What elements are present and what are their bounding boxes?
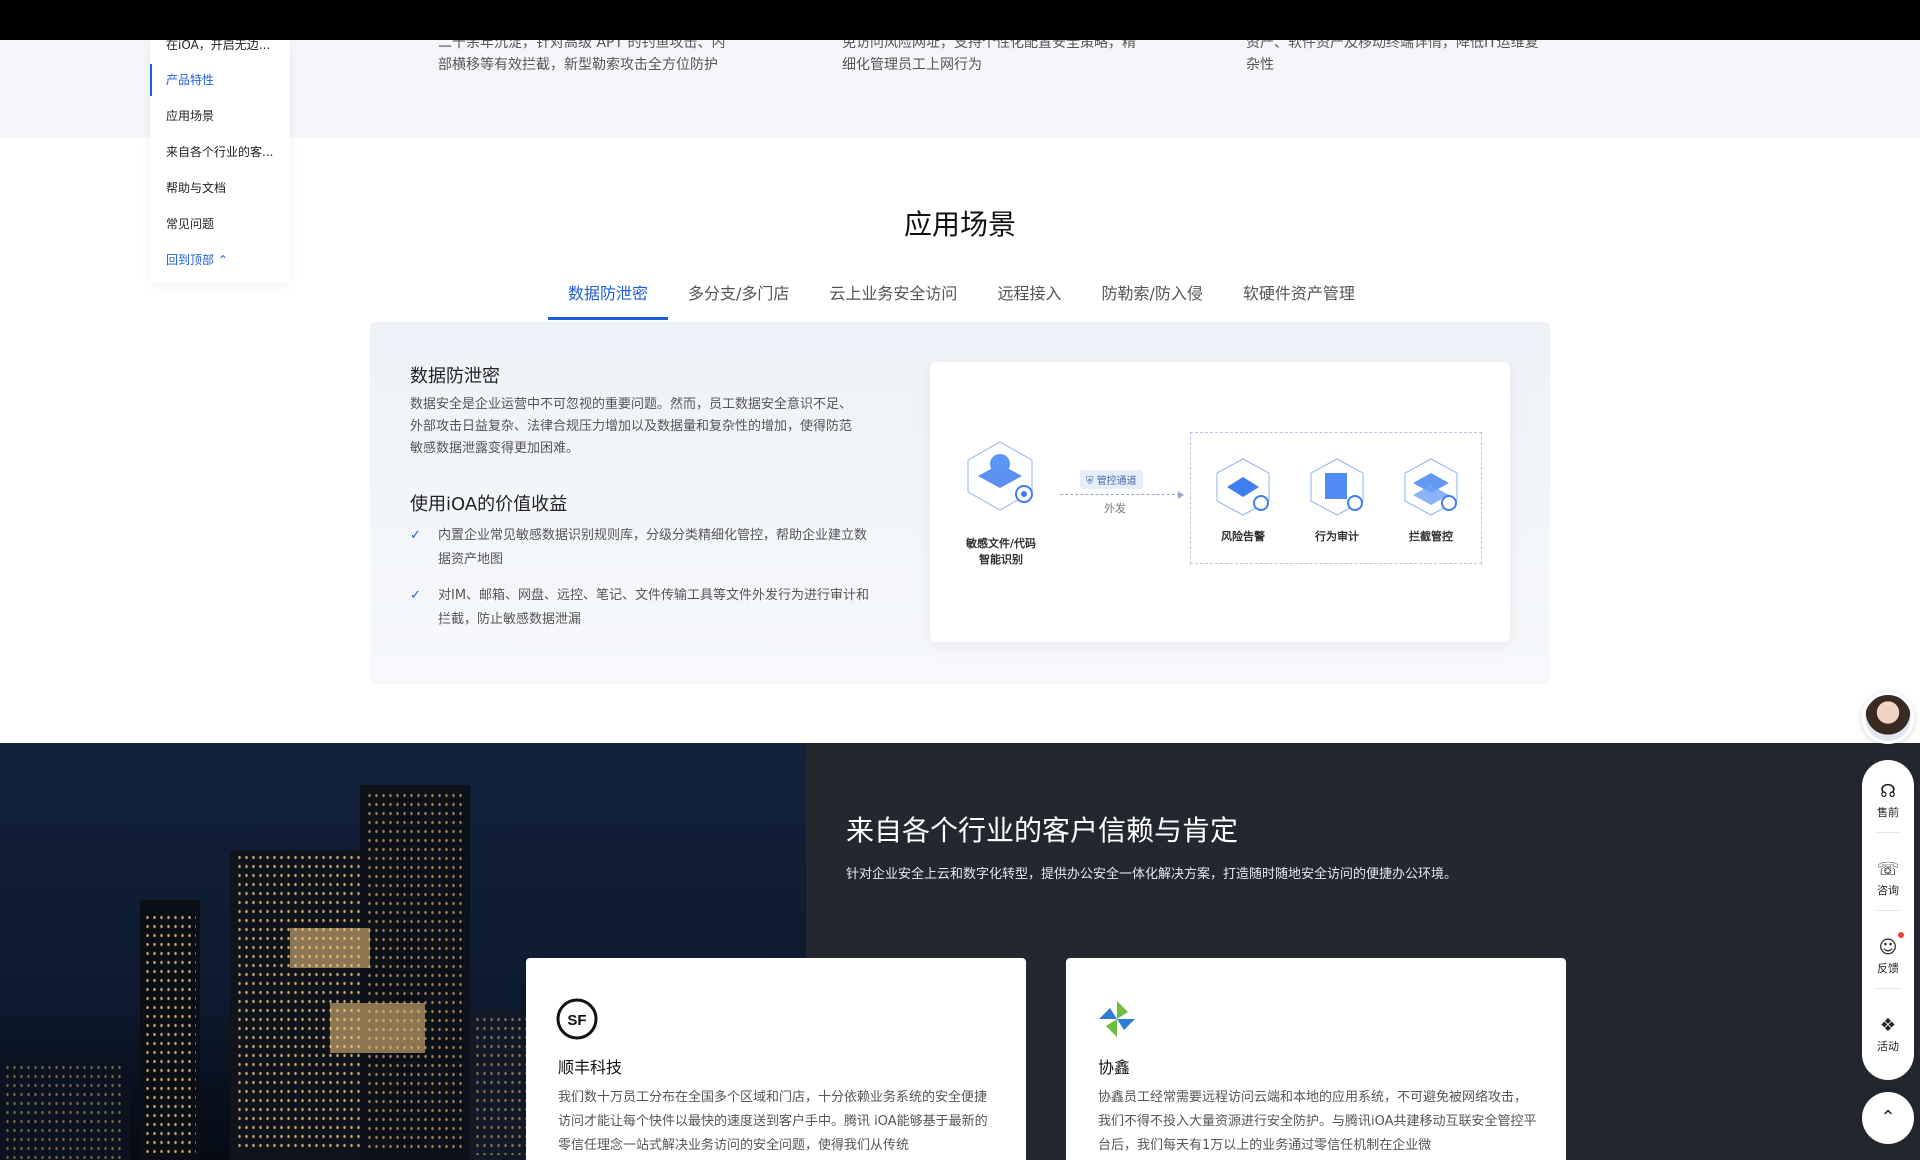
back-to-top-link[interactable]: 回到顶部 ⌃ (166, 251, 286, 268)
customer-name: 协鑫 (1098, 1058, 1131, 1077)
chevron-up-icon: ⌃ (217, 253, 228, 267)
tab-remote-access[interactable]: 远程接入 (977, 272, 1081, 320)
consult-label: 咨询 (1877, 884, 1899, 897)
tab-asset-management[interactable]: 软硬件资产管理 (1223, 272, 1375, 320)
customer-quote: 协鑫员工经常需要远程访问云端和本地的应用系统，不可避免被网络攻击，我们不得不投入… (1098, 1090, 1537, 1153)
control-group-box: 风险告警 行为审计 拦截管控 (1190, 432, 1482, 564)
benefit-text: 对IM、邮箱、网盘、远控、笔记、文件传输工具等文件外发行为进行审计和拦截，防止敏… (438, 588, 870, 627)
chat-icon: ☏ (1876, 859, 1900, 880)
benefit-text: 内置企业常见敏感数据识别规则库，分级分类精细化管控，帮助企业建立数据资产地图 (438, 528, 868, 567)
side-nav-item-docs[interactable]: 帮助与文档 (166, 179, 286, 196)
sf-logo: SF (556, 998, 598, 1040)
source-label: 敏感文件/代码 智能识别 (965, 537, 1037, 566)
divider (1876, 910, 1900, 911)
notification-dot (1898, 932, 1904, 938)
sensitive-file-icon (967, 441, 1033, 511)
audit-icon (1310, 458, 1364, 516)
side-nav: 在iOA，开启无边... 产品特性 应用场景 来自各个行业的客... 帮助与文档… (150, 38, 290, 283)
side-nav-item-customers[interactable]: 来自各个行业的客... (166, 143, 286, 160)
headset-icon: ☊ (1880, 781, 1896, 802)
customer-name: 顺丰科技 (558, 1058, 623, 1077)
channel-badge: ⛨ 管控通道 (1080, 470, 1143, 489)
presales-button[interactable]: ☊ 售前 (1862, 780, 1914, 820)
side-nav-item-scenarios[interactable]: 应用场景 (166, 107, 286, 124)
presales-label: 售前 (1877, 806, 1899, 819)
gcl-logo (1099, 1001, 1135, 1037)
arrow-icon (1060, 491, 1184, 499)
channel-label: 管控通道 (1096, 476, 1137, 487)
svg-text:SF: SF (567, 1012, 586, 1029)
chevron-up-icon: ⌃ (1880, 1107, 1896, 1128)
back-to-top-label: 回到顶部 (166, 253, 215, 267)
block-icon (1404, 458, 1458, 516)
activity-label: 活动 (1877, 1040, 1899, 1053)
customers-title: 来自各个行业的客户信赖与肯定 (846, 814, 1239, 847)
node-label: 拦截管控 (1409, 530, 1453, 543)
feedback-label: 反馈 (1877, 962, 1899, 975)
scenario-tabs: 数据防泄密 多分支/多门店 云上业务安全访问 远程接入 防勒索/防入侵 软硬件资… (548, 272, 1375, 320)
customers-section: 来自各个行业的客户信赖与肯定 针对企业安全上云和数字化转型，提供办公安全一体化解… (0, 743, 1920, 1160)
activity-button[interactable]: ❖ 活动 (1862, 1014, 1914, 1054)
scenario-panel: 数据防泄密 数据安全是企业运营中不可忽视的重要问题。然而，员工数据安全意识不足、… (370, 322, 1550, 684)
floating-toolbar: ☊ 售前 ☏ 咨询 ☺ 反馈 ❖ 活动 (1862, 760, 1914, 1080)
panel-heading: 数据防泄密 (410, 366, 500, 387)
arrow-label: 外发 (1104, 502, 1126, 515)
consult-button[interactable]: ☏ 咨询 (1862, 858, 1914, 898)
gift-icon: ❖ (1879, 1015, 1897, 1036)
divider (1876, 988, 1900, 989)
data-leak-diagram: 敏感文件/代码 智能识别 ⛨ 管控通道 外发 风险告警 行为审计 拦截管控 (930, 362, 1510, 642)
tab-data-leak[interactable]: 数据防泄密 (548, 272, 669, 320)
top-black-bar (0, 0, 1920, 40)
tab-branches[interactable]: 多分支/多门店 (668, 272, 809, 320)
customer-card: 协鑫 协鑫员工经常需要远程访问云端和本地的应用系统，不可避免被网络攻击，我们不得… (1066, 958, 1566, 1160)
panel-description: 数据安全是企业运营中不可忽视的重要问题。然而，员工数据安全意识不足、外部攻击日益… (410, 397, 853, 456)
benefits-title: 使用iOA的价值收益 (410, 494, 568, 515)
customers-subtitle: 针对企业安全上云和数字化转型，提供办公安全一体化解决方案，打造随时随地安全访问的… (846, 867, 1458, 882)
scroll-to-top-button[interactable]: ⌃ (1862, 1092, 1914, 1144)
side-nav-item-features[interactable]: 产品特性 (166, 71, 286, 88)
customer-card: SF 顺丰科技 我们数十万员工分布在全国多个区域和门店，十分依赖业务系统的安全便… (526, 958, 1026, 1160)
tab-ransomware[interactable]: 防勒索/防入侵 (1081, 272, 1222, 320)
customer-quote: 我们数十万员工分布在全国多个区域和门店，十分依赖业务系统的安全便捷访问才能让每个… (558, 1090, 988, 1153)
benefit-item: ✓ 对IM、邮箱、网盘、远控、笔记、文件传输工具等文件外发行为进行审计和拦截，防… (410, 584, 870, 632)
feedback-button[interactable]: ☺ 反馈 (1862, 936, 1914, 976)
benefit-item: ✓ 内置企业常见敏感数据识别规则库，分级分类精细化管控，帮助企业建立数据资产地图 (410, 524, 870, 572)
smile-icon: ☺ (1878, 937, 1898, 958)
check-icon: ✓ (410, 588, 421, 603)
active-indicator (150, 64, 152, 96)
check-icon: ✓ (410, 528, 421, 543)
divider (1876, 832, 1900, 833)
alert-icon (1216, 458, 1270, 516)
tab-cloud-access[interactable]: 云上业务安全访问 (809, 272, 977, 320)
assistant-avatar[interactable] (1862, 692, 1914, 744)
side-nav-item-faq[interactable]: 常见问题 (166, 215, 286, 232)
